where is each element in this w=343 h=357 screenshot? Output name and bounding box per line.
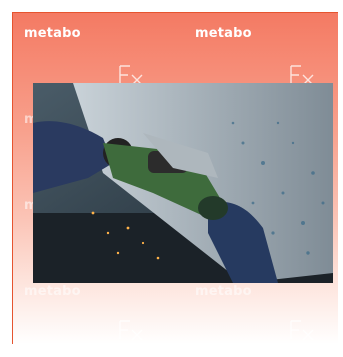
fx-symbol-icon [118,318,144,342]
metabo-logo: metabo [24,284,81,299]
metabo-logo: metabo [195,284,252,299]
angle-grinder-photo[interactable] [33,83,333,283]
metabo-logo: metabo [195,26,252,41]
fx-symbol-icon [289,318,315,342]
product-banner[interactable]: metabo metabo metabo metabo metabo metab… [12,12,338,344]
metabo-logo: metabo [24,26,81,41]
